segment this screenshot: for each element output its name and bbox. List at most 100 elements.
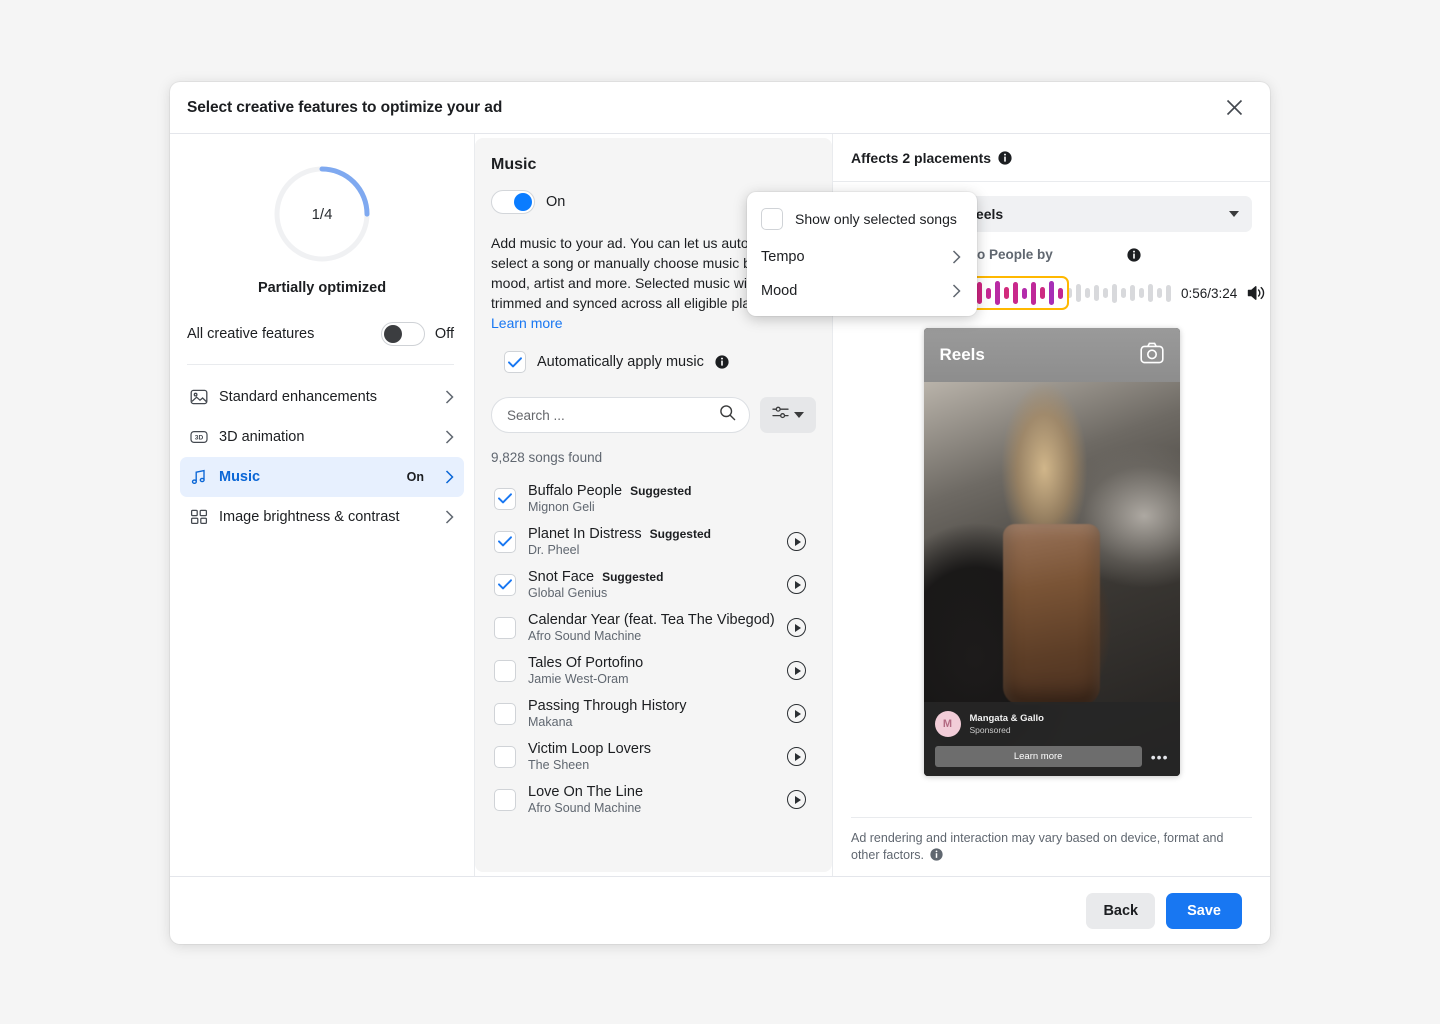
play-icon[interactable] — [787, 790, 806, 809]
menu-item-tempo[interactable]: Tempo — [747, 240, 977, 274]
song-artist: Jamie West-Oram — [528, 672, 775, 686]
chevron-right-icon — [445, 470, 454, 484]
learn-more-link[interactable]: Learn more — [491, 315, 563, 331]
sidebar-item-3d-animation[interactable]: 3D 3D animation — [180, 417, 464, 457]
menu-item-label: Mood — [761, 283, 797, 299]
song-checkbox[interactable] — [494, 488, 516, 510]
info-icon[interactable] — [1127, 248, 1141, 262]
music-panel: Music On Add music to your ad. You can l… — [475, 138, 832, 872]
close-icon[interactable] — [1218, 92, 1250, 124]
all-creative-features-toggle[interactable] — [381, 322, 425, 346]
all-creative-features-state: Off — [435, 326, 454, 342]
page-title: Select creative features to optimize you… — [187, 99, 502, 117]
chevron-right-icon — [952, 284, 961, 298]
info-icon[interactable] — [998, 151, 1012, 165]
list-item[interactable]: Calendar Year (feat. Tea The Vibegod) Af… — [491, 606, 816, 649]
filter-button[interactable] — [760, 397, 816, 433]
affects-placements-text: Affects 2 placements — [851, 150, 991, 166]
sidebar-item-music[interactable]: Music On — [180, 457, 464, 497]
info-icon[interactable] — [930, 848, 943, 861]
reels-title: Reels — [940, 345, 985, 365]
svg-text:3D: 3D — [194, 435, 203, 442]
tune-sliders-icon — [772, 405, 789, 425]
play-icon[interactable] — [787, 532, 806, 551]
music-toggle[interactable] — [491, 190, 535, 214]
play-icon[interactable] — [787, 575, 806, 594]
list-item[interactable]: Victim Loop Lovers The Sheen — [491, 735, 816, 778]
search-row — [491, 397, 816, 433]
auto-apply-music-label: Automatically apply music — [537, 354, 704, 370]
list-item[interactable]: Buffalo People Suggested Mignon Geli — [491, 477, 816, 520]
search-box[interactable] — [491, 397, 750, 433]
chevron-right-icon — [445, 390, 454, 404]
list-item[interactable]: Planet In Distress Suggested Dr. Pheel — [491, 520, 816, 563]
creative-features-sidebar: 1/4 Partially optimized All creative fea… — [170, 134, 475, 876]
modal-body: 1/4 Partially optimized All creative fea… — [170, 134, 1270, 876]
song-list: Buffalo People Suggested Mignon Geli — [475, 477, 832, 835]
song-checkbox[interactable] — [494, 531, 516, 553]
learn-more-cta-button[interactable]: Learn more — [935, 746, 1142, 767]
info-icon[interactable] — [715, 355, 729, 369]
song-title: Calendar Year (feat. Tea The Vibegod) — [528, 612, 775, 628]
creative-features-modal: Select creative features to optimize you… — [170, 82, 1270, 944]
list-item[interactable]: Tales Of Portofino Jamie West-Oram — [491, 649, 816, 692]
menu-item-label: Tempo — [761, 249, 805, 265]
volume-icon[interactable] — [1247, 284, 1267, 302]
song-artist: Global Genius — [528, 586, 775, 600]
sidebar-item-value: On — [407, 470, 424, 484]
song-checkbox[interactable] — [494, 789, 516, 811]
show-only-selected-label: Show only selected songs — [795, 211, 957, 227]
play-icon[interactable] — [787, 704, 806, 723]
sidebar-item-image-brightness-contrast[interactable]: Image brightness & contrast — [180, 497, 464, 537]
music-toggle-state: On — [546, 194, 565, 210]
three-d-icon: 3D — [189, 428, 208, 447]
menu-item-mood[interactable]: Mood — [747, 274, 977, 308]
song-checkbox[interactable] — [494, 660, 516, 682]
save-button[interactable]: Save — [1166, 893, 1242, 929]
screen: Select creative features to optimize you… — [0, 0, 1440, 1024]
chevron-right-icon — [952, 250, 961, 264]
filter-dropdown-menu: Show only selected songs Tempo Mood — [747, 192, 977, 316]
grid-contrast-icon — [189, 508, 208, 527]
show-only-selected-row[interactable]: Show only selected songs — [747, 200, 977, 240]
song-title: Planet In Distress — [528, 526, 642, 542]
song-artist: Dr. Pheel — [528, 543, 775, 557]
sidebar-item-label: Standard enhancements — [219, 389, 434, 405]
search-input[interactable] — [507, 408, 719, 423]
song-checkbox[interactable] — [494, 617, 516, 639]
auto-apply-music-checkbox[interactable] — [504, 351, 526, 373]
play-icon[interactable] — [787, 747, 806, 766]
more-horizontal-icon[interactable]: ••• — [1151, 752, 1169, 762]
song-title: Snot Face — [528, 569, 594, 585]
play-icon[interactable] — [787, 661, 806, 680]
music-panel-title: Music — [491, 156, 816, 174]
sidebar-item-label: Image brightness & contrast — [219, 509, 434, 525]
search-icon — [719, 404, 736, 426]
play-icon[interactable] — [787, 618, 806, 637]
song-checkbox[interactable] — [494, 746, 516, 768]
song-title: Victim Loop Lovers — [528, 741, 651, 757]
list-item[interactable]: Love On The Line Afro Sound Machine — [491, 778, 816, 821]
song-artist: Afro Sound Machine — [528, 801, 775, 815]
song-title: Passing Through History — [528, 698, 687, 714]
song-checkbox[interactable] — [494, 703, 516, 725]
feature-nav-list: Standard enhancements 3D 3D animati — [170, 365, 474, 537]
ad-brand-name: Mangata & Gallo — [970, 713, 1044, 724]
sidebar-item-standard-enhancements[interactable]: Standard enhancements — [180, 377, 464, 417]
modal-header: Select creative features to optimize you… — [170, 82, 1270, 134]
results-count: 9,828 songs found — [491, 450, 816, 465]
show-only-selected-checkbox[interactable] — [761, 208, 783, 230]
all-creative-features-label: All creative features — [187, 326, 314, 342]
back-button[interactable]: Back — [1086, 893, 1155, 929]
reels-preview: Reels — [851, 328, 1252, 776]
camera-icon[interactable] — [1140, 342, 1164, 369]
chevron-right-icon — [445, 430, 454, 444]
song-checkbox[interactable] — [494, 574, 516, 596]
song-artist: Mignon Geli — [528, 500, 816, 514]
avatar: M — [935, 711, 961, 737]
song-badge: Suggested — [630, 484, 691, 498]
list-item[interactable]: Passing Through History Makana — [491, 692, 816, 735]
list-item[interactable]: Snot Face Suggested Global Genius — [491, 563, 816, 606]
song-artist: Afro Sound Machine — [528, 629, 775, 643]
song-title: Love On The Line — [528, 784, 643, 800]
